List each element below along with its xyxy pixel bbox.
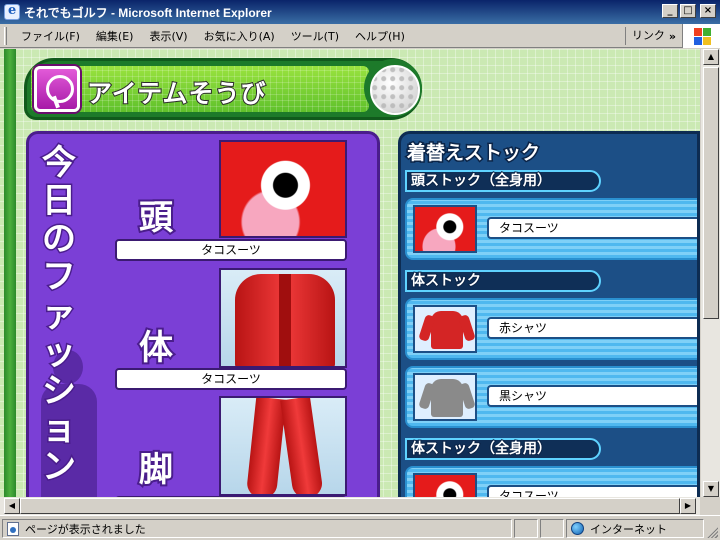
scroll-right-icon[interactable]: ▶ [680,498,696,514]
title-bar[interactable]: それでもゴルフ - Microsoft Internet Explorer _ … [0,0,720,24]
window-title: それでもゴルフ - Microsoft Internet Explorer [24,5,272,20]
slot-label-body: 体 [137,326,175,370]
stock-section-header-head: 頭ストック（全身用） [405,170,601,192]
todays-fashion-panel: 今日のファッション 頭 タコスーツ 体 タコスーツ 脚 [26,131,380,497]
stock-item[interactable]: 赤シャツ [405,298,697,360]
scrollbar-corner [700,497,720,515]
head-item-image[interactable] [219,140,347,238]
golf-ball-icon [364,59,422,117]
menu-tools[interactable]: ツール(T) [283,28,347,44]
status-pane-security [540,519,564,538]
menu-edit[interactable]: 編集(E) [88,28,142,44]
wardrobe-stock-panel: 着替えストック 頭ストック（全身用） タコスーツ 体ストック 赤シャツ 黒シャツ… [398,131,700,497]
close-button[interactable]: × [700,4,716,18]
octopus-suit-thumb [413,473,477,497]
toolbar-grip[interactable] [4,26,7,45]
menu-help[interactable]: ヘルプ(H) [347,28,413,44]
status-pane-progress [514,519,538,538]
stock-item-name: タコスーツ [487,217,697,239]
stock-section-header-body: 体ストック [405,270,601,292]
windows-logo-icon [682,24,720,48]
horizontal-scrollbar[interactable]: ◀ ▶ [0,497,720,515]
body-item-name: タコスーツ [115,368,347,390]
links-label[interactable]: リンク [624,27,669,45]
status-text-pane: ページが表示されました [2,519,512,538]
fashion-title: 今日のファッション [41,143,78,488]
stock-title: 着替えストック [405,141,541,166]
status-bar: ページが表示されました インターネット [0,515,720,540]
zone-label: インターネット [590,522,667,536]
menu-bar: ファイル(F) 編集(E) 表示(V) お気に入り(A) ツール(T) ヘルプ(… [0,24,720,48]
scroll-down-icon[interactable]: ▼ [703,481,719,497]
internet-zone-globe-icon [571,522,584,535]
head-item-name: タコスーツ [115,239,347,261]
legs-item-image[interactable] [219,396,347,496]
slot-label-head: 頭 [137,196,175,240]
stock-item[interactable]: タコスーツ [405,466,697,497]
links-toolbar: リンク » [624,24,720,48]
links-chevron-icon[interactable]: » [669,30,676,43]
page-done-icon [7,521,19,536]
page-left-border [4,49,16,497]
stock-item[interactable]: 黒シャツ [405,366,697,428]
body-item-image[interactable] [219,268,347,368]
vertical-scrollbar[interactable]: ▲ ▼ [700,49,720,497]
stock-section-header-body-fullbody: 体ストック（全身用） [405,438,601,460]
octopus-thumb [413,205,477,253]
minimize-button[interactable]: _ [662,4,678,18]
page-content: アイテムそうび 今日のファッション 頭 タコスーツ 体 タコスーツ 脚 着替えス… [0,49,700,497]
maximize-button[interactable]: □ [680,4,696,18]
menu-file[interactable]: ファイル(F) [13,28,88,44]
stock-item[interactable]: タコスーツ [405,198,697,260]
stock-item-name: 赤シャツ [487,317,697,339]
golfer-icon [34,66,80,112]
vertical-scroll-thumb[interactable] [703,67,719,319]
horizontal-scroll-thumb[interactable] [20,498,680,514]
red-shirt-thumb [413,305,477,353]
stock-item-name: タコスーツ [487,485,697,497]
black-shirt-thumb [413,373,477,421]
status-text: ページが表示されました [25,522,146,536]
resize-grip-icon[interactable] [706,526,718,538]
window-controls: _ □ × [662,4,716,18]
ie-icon[interactable] [4,3,20,20]
page-title: アイテムそうび [86,78,267,109]
slot-label-legs: 脚 [137,448,175,492]
menu-favorites[interactable]: お気に入り(A) [196,28,283,44]
menu-view[interactable]: 表示(V) [141,28,195,44]
security-zone-pane[interactable]: インターネット [566,519,704,538]
scroll-left-icon[interactable]: ◀ [4,498,20,514]
header-banner: アイテムそうび [24,58,422,120]
scroll-up-icon[interactable]: ▲ [703,49,719,65]
stock-item-name: 黒シャツ [487,385,697,407]
browser-viewport: アイテムそうび 今日のファッション 頭 タコスーツ 体 タコスーツ 脚 着替えス… [0,49,720,497]
